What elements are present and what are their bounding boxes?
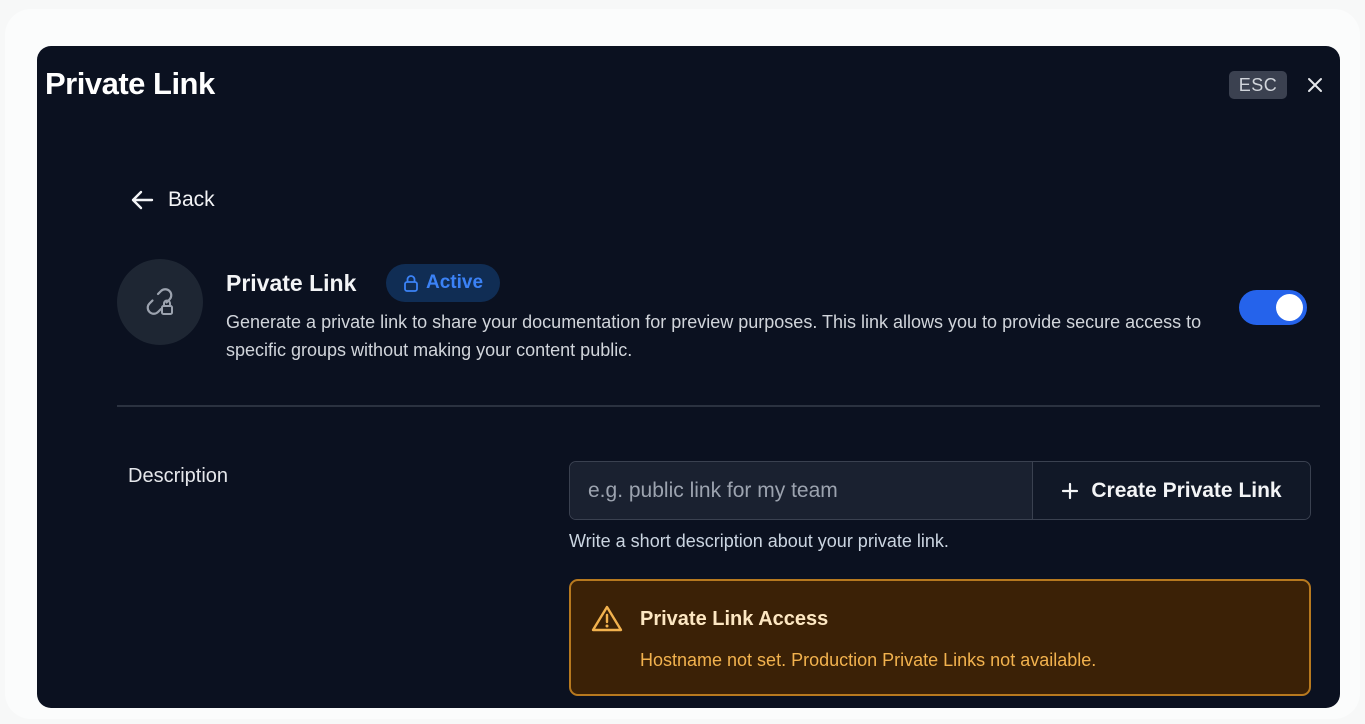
link-lock-icon — [146, 288, 173, 315]
description-input-group: Create Private Link — [569, 461, 1311, 520]
lock-icon — [404, 275, 418, 292]
window-frame: Private Link ESC Back Private Link Activ… — [5, 9, 1360, 719]
alert-title: Private Link Access — [640, 608, 829, 630]
private-link-toggle[interactable] — [1239, 290, 1307, 325]
create-button-label: Create Private Link — [1091, 478, 1282, 502]
modal-title: Private Link — [45, 66, 215, 101]
section-divider — [117, 405, 1320, 407]
private-link-access-alert: Private Link Access Hostname not set. Pr… — [569, 579, 1311, 696]
feature-title: Private Link — [226, 270, 357, 296]
private-link-feature-icon — [117, 259, 203, 345]
toggle-knob — [1276, 294, 1303, 321]
arrow-left-icon — [131, 190, 154, 210]
plus-icon — [1062, 482, 1079, 499]
feature-description: Generate a private link to share your do… — [226, 312, 1202, 360]
close-icon — [1308, 78, 1322, 92]
alert-message: Hostname not set. Production Private Lin… — [640, 650, 1097, 670]
esc-key-badge: ESC — [1229, 71, 1287, 99]
private-link-modal: Private Link ESC Back Private Link Activ… — [37, 46, 1340, 708]
description-input[interactable] — [570, 462, 1032, 519]
description-helper-text: Write a short description about your pri… — [569, 531, 949, 551]
warning-triangle-icon — [591, 605, 623, 632]
back-label: Back — [168, 188, 215, 211]
close-button[interactable] — [1303, 73, 1327, 97]
status-label: Active — [425, 272, 484, 293]
status-badge: Active — [386, 264, 500, 302]
back-button[interactable]: Back — [130, 186, 215, 214]
description-label: Description — [128, 465, 229, 487]
create-private-link-button[interactable]: Create Private Link — [1032, 462, 1310, 519]
